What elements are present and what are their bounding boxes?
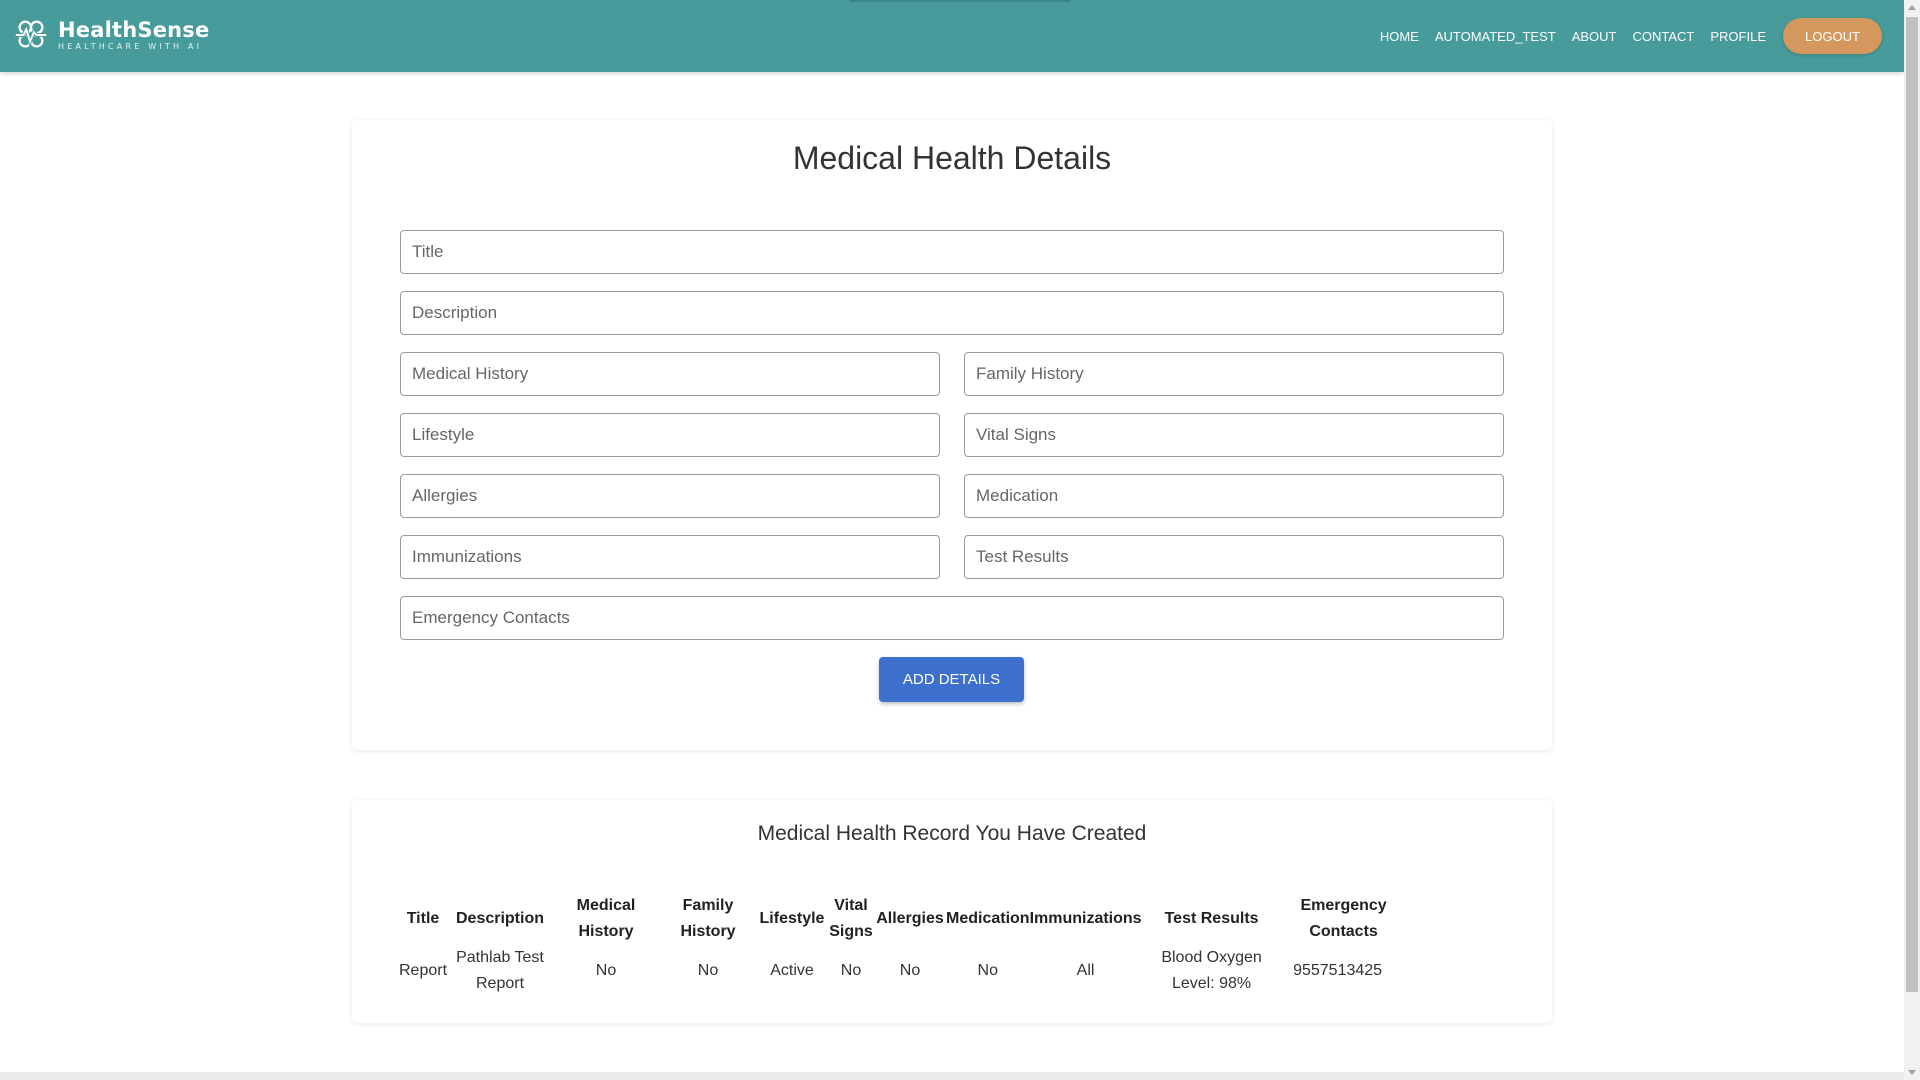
column-header: Description xyxy=(455,910,544,927)
medical-history-input[interactable] xyxy=(400,352,940,396)
nav-contact-link[interactable]: CONTACT xyxy=(1633,29,1695,44)
allergies-input[interactable] xyxy=(400,474,940,518)
nav-automated-test-link[interactable]: AUTOMATED_TEST xyxy=(1435,29,1556,44)
records-card: Medical Health Record You Have Created T… xyxy=(352,800,1552,1023)
lifestyle-input[interactable] xyxy=(400,413,940,457)
scrollbar-thumb[interactable] xyxy=(1906,17,1918,992)
records-title: Medical Health Record You Have Created xyxy=(757,822,1147,845)
brand-logo[interactable]: HealthSense HEALTHCARE WITH AI xyxy=(12,16,209,54)
top-navbar: HealthSense HEALTHCARE WITH AI HOME AUTO… xyxy=(0,0,1904,72)
horizontal-scrollbar[interactable] xyxy=(0,1072,1904,1080)
title-input[interactable] xyxy=(400,230,1504,274)
description-input[interactable] xyxy=(400,291,1504,335)
column-header: Medical History xyxy=(576,897,636,940)
vertical-scrollbar[interactable] xyxy=(1904,0,1920,1080)
records-table: Title Description Medical History Family… xyxy=(398,893,1394,997)
column-header: Test Results xyxy=(1164,910,1259,927)
nav-home-link[interactable]: HOME xyxy=(1380,29,1419,44)
nav-profile-link[interactable]: PROFILE xyxy=(1710,29,1766,44)
brand-tagline: HEALTHCARE WITH AI xyxy=(58,41,203,51)
table-cell: No xyxy=(899,962,921,979)
column-header: Family History xyxy=(680,897,736,940)
medical-details-form-card: Medical Health Details ADD DETAILS xyxy=(352,120,1552,750)
column-header: Allergies xyxy=(876,910,944,927)
medication-input[interactable] xyxy=(964,474,1504,518)
column-header: Medication xyxy=(946,910,1030,927)
loading-indicator xyxy=(850,0,1070,2)
column-header: Vital Signs xyxy=(829,897,873,940)
scroll-down-arrow-icon[interactable] xyxy=(1908,1070,1916,1075)
table-cell: Pathlab Test Report xyxy=(456,949,544,992)
column-header: Title xyxy=(406,910,440,927)
test-results-input[interactable] xyxy=(964,535,1504,579)
healthsense-logo-icon xyxy=(15,20,47,48)
column-header: Emergency Contacts xyxy=(1300,897,1387,940)
table-cell: All xyxy=(1076,962,1095,979)
scroll-up-arrow-icon[interactable] xyxy=(1908,5,1916,10)
table-cell: No xyxy=(840,962,862,979)
nav-links: HOME AUTOMATED_TEST ABOUT CONTACT PROFIL… xyxy=(1364,18,1882,54)
table-cell: Active xyxy=(770,962,814,979)
add-details-button[interactable]: ADD DETAILS xyxy=(879,657,1024,702)
column-header: Lifestyle xyxy=(759,910,825,927)
table-header-row: Title Description Medical History Family… xyxy=(398,893,1394,945)
form-title: Medical Health Details xyxy=(792,140,1112,176)
family-history-input[interactable] xyxy=(964,352,1504,396)
brand-name: HealthSense xyxy=(58,17,210,42)
table-cell: Blood Oxygen Level: 98% xyxy=(1161,949,1262,992)
logout-button[interactable]: LOGOUT xyxy=(1783,18,1882,54)
table-cell: Report xyxy=(398,962,448,979)
table-cell: No xyxy=(595,962,617,979)
immunizations-input[interactable] xyxy=(400,535,940,579)
nav-about-link[interactable]: ABOUT xyxy=(1572,29,1617,44)
table-cell: No xyxy=(697,962,719,979)
column-header: Immunizations xyxy=(1029,910,1142,927)
vital-signs-input[interactable] xyxy=(964,413,1504,457)
table-cell: 9557513425 xyxy=(1293,962,1383,979)
table-row: Report Pathlab Test Report No No Active … xyxy=(398,945,1394,997)
emergency-contacts-input[interactable] xyxy=(400,596,1504,640)
table-cell: No xyxy=(977,962,998,979)
